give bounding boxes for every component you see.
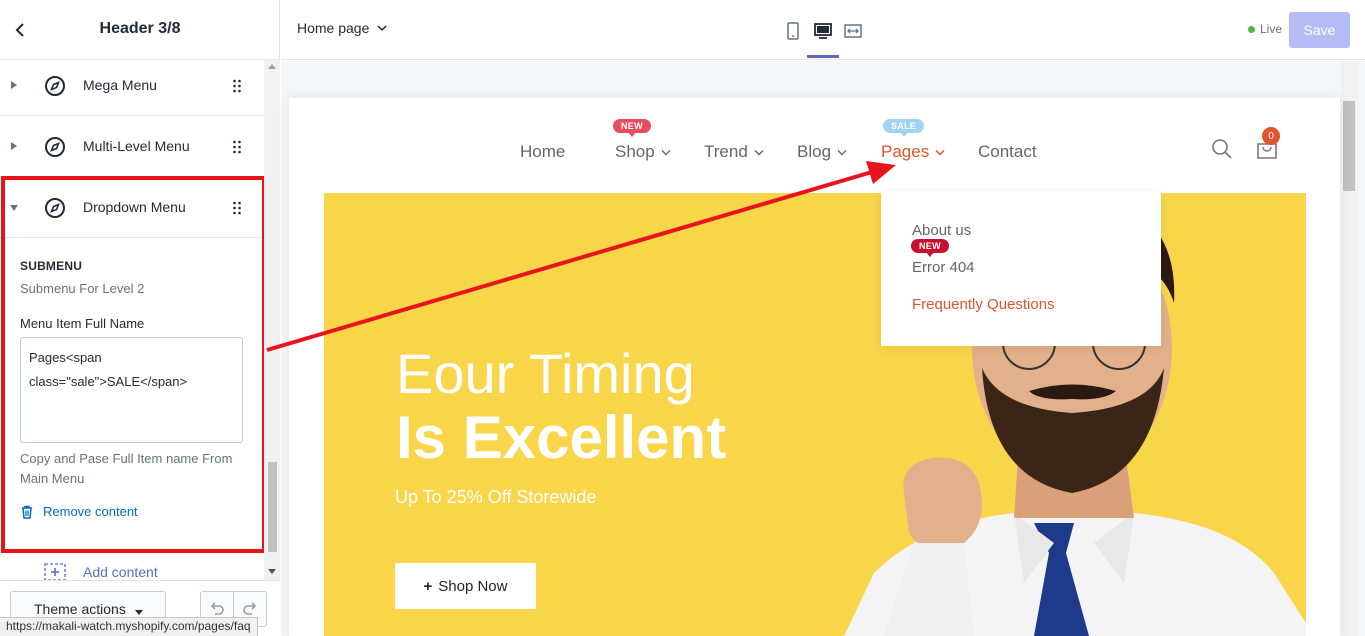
- chevron-down-icon: [661, 149, 671, 155]
- mobile-view-button[interactable]: [779, 18, 807, 44]
- dropdown-menu-settings: SUBMENU Submenu For Level 2 Menu Item Fu…: [0, 237, 264, 547]
- hero-title-line2: Is Excellent: [396, 404, 727, 471]
- hero-title-line1: Eour Timing: [396, 342, 695, 405]
- nav-contact[interactable]: Contact: [978, 142, 1037, 162]
- live-label: Live: [1260, 22, 1283, 36]
- pages-dropdown-menu: About us Error 404 Frequently Questions: [881, 191, 1161, 346]
- collapse-caret-icon[interactable]: [10, 205, 18, 211]
- preview-scroll-thumb[interactable]: [1343, 101, 1355, 191]
- shop-now-button[interactable]: + Shop Now: [395, 563, 536, 609]
- remove-content-button[interactable]: Remove content: [20, 504, 138, 519]
- sidebar-scrollbar[interactable]: [264, 60, 280, 580]
- sidebar-header: Header 3/8: [0, 0, 280, 60]
- shop-now-label: Shop Now: [438, 577, 508, 595]
- trash-icon: [22, 505, 32, 519]
- nav-home[interactable]: Home: [520, 142, 565, 162]
- block-multi-level-menu[interactable]: Multi-Level Menu: [0, 116, 264, 177]
- theme-editor-sidebar: Header 3/8 Mega Menu Multi-Level Menu Dr…: [0, 0, 280, 636]
- drag-handle-icon[interactable]: [232, 201, 242, 215]
- menu-item-name-label: Menu Item Full Name: [20, 316, 145, 331]
- mobile-icon: [787, 22, 799, 40]
- chevron-down-icon: [754, 149, 764, 155]
- add-content-label: Add content: [83, 564, 158, 580]
- scroll-thumb[interactable]: [268, 462, 277, 552]
- nav-pages[interactable]: Pages: [881, 142, 945, 162]
- save-button[interactable]: Save: [1289, 12, 1350, 48]
- dropdown-item-faq[interactable]: Frequently Questions: [912, 296, 1055, 313]
- page-selector[interactable]: Home page: [297, 20, 387, 36]
- add-section-icon: [44, 563, 66, 581]
- desktop-view-button[interactable]: [809, 18, 837, 44]
- live-status: Live: [1248, 22, 1282, 36]
- dropdown-item-error[interactable]: Error 404: [912, 259, 975, 276]
- nav-shop[interactable]: Shop: [615, 142, 671, 162]
- remove-content-label: Remove content: [43, 504, 138, 519]
- nav-label: Home: [520, 142, 566, 161]
- nav-label: Trend: [704, 142, 748, 161]
- chevron-down-icon: [837, 149, 847, 155]
- scroll-down-arrow[interactable]: [268, 569, 276, 574]
- block-mega-menu[interactable]: Mega Menu: [0, 60, 264, 116]
- page-selector-label: Home page: [297, 20, 370, 36]
- preview-scrollbar[interactable]: [1341, 61, 1358, 636]
- undo-icon: [210, 602, 224, 615]
- fullscreen-icon: [844, 24, 862, 38]
- cart-count-badge: 0: [1262, 127, 1280, 145]
- chevron-down-icon: [377, 25, 387, 32]
- fullscreen-view-button[interactable]: [839, 18, 867, 44]
- search-icon[interactable]: [1211, 138, 1233, 160]
- nav-label: Shop: [615, 142, 655, 161]
- chevron-down-icon: [935, 149, 945, 155]
- new-badge: NEW: [613, 119, 651, 137]
- nav-trend[interactable]: Trend: [704, 142, 764, 162]
- compass-icon: [45, 76, 65, 96]
- help-text: Copy and Pase Full Item name From Main M…: [20, 451, 233, 486]
- compass-icon: [45, 198, 65, 218]
- sale-badge: SALE: [883, 119, 925, 137]
- block-label: Dropdown Menu: [83, 199, 186, 215]
- browser-status-url: https://makali-watch.myshopify.com/pages…: [0, 617, 258, 636]
- theme-actions-label: Theme actions: [34, 601, 126, 617]
- new-badge: NEW: [911, 239, 949, 257]
- block-dropdown-menu[interactable]: Dropdown Menu: [0, 177, 264, 238]
- active-device-indicator: [807, 55, 839, 58]
- expand-caret-icon[interactable]: [11, 81, 17, 89]
- nav-label: Blog: [797, 142, 832, 161]
- dropdown-item-about[interactable]: About us: [912, 222, 971, 239]
- editor-topbar: Home page Live Save: [281, 0, 1365, 60]
- chevron-down-icon: [135, 610, 143, 615]
- submenu-heading: SUBMENU: [20, 259, 83, 273]
- hero-subtitle: Up To 25% Off Storewide: [395, 487, 597, 507]
- redo-icon: [243, 602, 257, 615]
- scroll-up-arrow[interactable]: [268, 64, 276, 69]
- expand-caret-icon[interactable]: [11, 142, 17, 150]
- sidebar-title: Header 3/8: [99, 20, 181, 37]
- compass-icon: [45, 137, 65, 157]
- plus-icon: +: [423, 577, 433, 595]
- drag-handle-icon[interactable]: [232, 140, 242, 154]
- nav-blog[interactable]: Blog: [797, 142, 847, 162]
- add-content-button[interactable]: Add content: [44, 563, 158, 581]
- nav-label: Pages: [881, 142, 930, 161]
- live-dot-icon: [1248, 25, 1255, 33]
- menu-item-name-textarea[interactable]: Pages<span class="sale">SALE</span>: [20, 337, 243, 443]
- drag-handle-icon[interactable]: [232, 79, 242, 93]
- nav-label: Contact: [978, 142, 1037, 161]
- block-label: Multi-Level Menu: [83, 138, 190, 154]
- block-label: Mega Menu: [83, 77, 157, 93]
- desktop-icon: [814, 23, 832, 39]
- submenu-subheading: Submenu For Level 2: [20, 281, 145, 296]
